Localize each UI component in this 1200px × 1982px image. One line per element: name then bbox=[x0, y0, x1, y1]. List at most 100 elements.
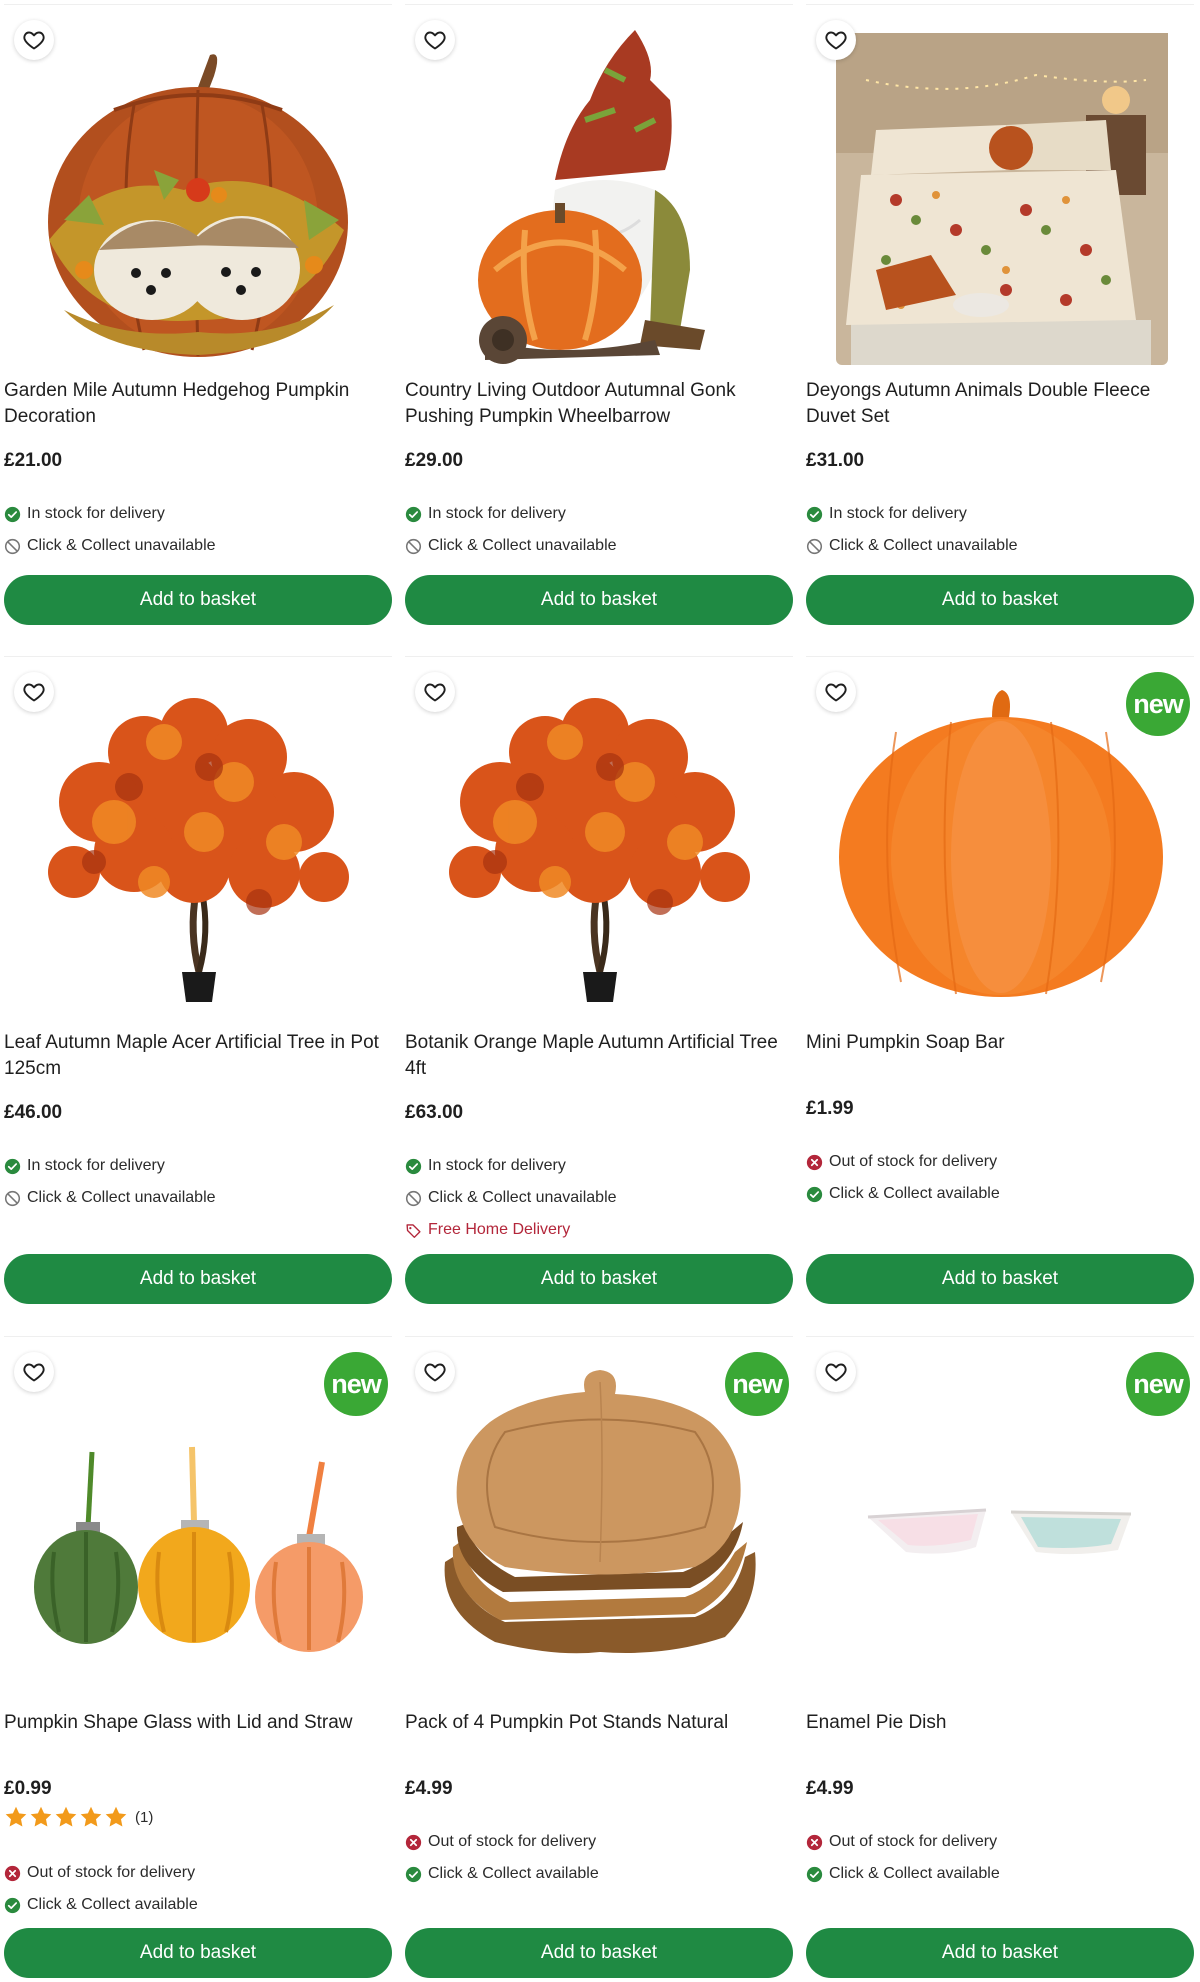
heart-outline-icon bbox=[423, 680, 447, 704]
add-to-basket-button[interactable]: Add to basket bbox=[806, 1254, 1194, 1304]
tag-icon bbox=[405, 1222, 422, 1239]
prohibited-icon bbox=[4, 538, 21, 555]
heart-outline-icon bbox=[22, 680, 46, 704]
collect-status: Click & Collect unavailable bbox=[405, 537, 617, 555]
product-title[interactable]: Mini Pumpkin Soap Bar bbox=[806, 1030, 1186, 1056]
add-to-basket-button[interactable]: Add to basket bbox=[405, 1928, 793, 1978]
product-card: Garden Mile Autumn Hedgehog Pumpkin Deco… bbox=[4, 0, 392, 652]
heart-outline-icon bbox=[22, 28, 46, 52]
delivery-status-text: Out of stock for delivery bbox=[829, 1153, 998, 1170]
prohibited-icon bbox=[405, 538, 422, 555]
product-title[interactable]: Botanik Orange Maple Autumn Artificial T… bbox=[405, 1030, 785, 1082]
product-price: £29.00 bbox=[405, 450, 464, 471]
collect-status-text: Click & Collect available bbox=[829, 1185, 1000, 1202]
delivery-status-text: In stock for delivery bbox=[428, 505, 566, 522]
add-to-basket-button[interactable]: Add to basket bbox=[806, 575, 1194, 625]
product-row: new Pumpkin Shape Glass with Lid and Str… bbox=[0, 1332, 1200, 1982]
product-price: £46.00 bbox=[4, 1102, 63, 1123]
product-price: £4.99 bbox=[405, 1778, 453, 1799]
collect-status: Click & Collect available bbox=[405, 1865, 599, 1883]
product-card: Country Living Outdoor Autumnal Gonk Pus… bbox=[405, 0, 793, 652]
wishlist-button[interactable] bbox=[816, 20, 856, 60]
star-rating[interactable]: (1) bbox=[4, 1805, 153, 1829]
product-title[interactable]: Pumpkin Shape Glass with Lid and Straw bbox=[4, 1710, 384, 1736]
add-to-basket-button[interactable]: Add to basket bbox=[405, 575, 793, 625]
wishlist-button[interactable] bbox=[816, 672, 856, 712]
product-title[interactable]: Country Living Outdoor Autumnal Gonk Pus… bbox=[405, 378, 785, 430]
product-card: new Pack of 4 Pumpkin Pot Stands Natural… bbox=[405, 1332, 793, 1982]
wishlist-button[interactable] bbox=[14, 20, 54, 60]
new-badge: new bbox=[324, 1352, 388, 1416]
star-icon bbox=[4, 1805, 28, 1829]
promo-text: Free Home Delivery bbox=[428, 1221, 571, 1238]
product-image[interactable] bbox=[405, 20, 793, 365]
star-icon bbox=[29, 1805, 53, 1829]
delivery-status-text: Out of stock for delivery bbox=[829, 1833, 998, 1850]
add-to-basket-button[interactable]: Add to basket bbox=[4, 1254, 392, 1304]
check-circle-icon bbox=[405, 1866, 422, 1883]
x-circle-icon bbox=[806, 1154, 823, 1171]
collect-status: Click & Collect available bbox=[4, 1896, 198, 1914]
delivery-status-text: Out of stock for delivery bbox=[27, 1864, 196, 1881]
check-circle-icon bbox=[806, 506, 823, 523]
product-price: £1.99 bbox=[806, 1098, 854, 1119]
prohibited-icon bbox=[405, 1190, 422, 1207]
delivery-status: In stock for delivery bbox=[4, 1157, 165, 1175]
collect-status-text: Click & Collect unavailable bbox=[428, 537, 617, 554]
wishlist-button[interactable] bbox=[14, 672, 54, 712]
collect-status: Click & Collect unavailable bbox=[4, 537, 216, 555]
product-title[interactable]: Deyongs Autumn Animals Double Fleece Duv… bbox=[806, 378, 1186, 430]
product-row: Leaf Autumn Maple Acer Artificial Tree i… bbox=[0, 652, 1200, 1332]
wishlist-button[interactable] bbox=[816, 1352, 856, 1392]
product-card: Deyongs Autumn Animals Double Fleece Duv… bbox=[806, 0, 1194, 652]
delivery-status-text: In stock for delivery bbox=[27, 505, 165, 522]
product-image[interactable] bbox=[405, 672, 793, 1017]
collect-status: Click & Collect available bbox=[806, 1865, 1000, 1883]
check-circle-icon bbox=[806, 1186, 823, 1203]
product-card: new Pumpkin Shape Glass with Lid and Str… bbox=[4, 1332, 392, 1982]
product-image[interactable] bbox=[4, 20, 392, 365]
collect-status: Click & Collect unavailable bbox=[4, 1189, 216, 1207]
x-circle-icon bbox=[806, 1834, 823, 1851]
collect-status-text: Click & Collect unavailable bbox=[27, 1189, 216, 1206]
product-price: £63.00 bbox=[405, 1102, 464, 1123]
promo-label[interactable]: Free Home Delivery bbox=[405, 1221, 570, 1239]
product-price: £4.99 bbox=[806, 1778, 854, 1799]
delivery-status: Out of stock for delivery bbox=[405, 1833, 596, 1851]
collect-status: Click & Collect available bbox=[806, 1185, 1000, 1203]
wishlist-button[interactable] bbox=[415, 672, 455, 712]
heart-outline-icon bbox=[824, 28, 848, 52]
new-badge: new bbox=[1126, 1352, 1190, 1416]
collect-status-text: Click & Collect available bbox=[428, 1865, 599, 1882]
check-circle-icon bbox=[4, 506, 21, 523]
review-count[interactable]: (1) bbox=[135, 1809, 153, 1826]
product-title[interactable]: Leaf Autumn Maple Acer Artificial Tree i… bbox=[4, 1030, 384, 1082]
delivery-status: In stock for delivery bbox=[405, 1157, 566, 1175]
collect-status-text: Click & Collect unavailable bbox=[428, 1189, 617, 1206]
delivery-status-text: In stock for delivery bbox=[829, 505, 967, 522]
product-title[interactable]: Garden Mile Autumn Hedgehog Pumpkin Deco… bbox=[4, 378, 384, 430]
collect-status-text: Click & Collect available bbox=[829, 1865, 1000, 1882]
add-to-basket-button[interactable]: Add to basket bbox=[405, 1254, 793, 1304]
product-image[interactable] bbox=[4, 672, 392, 1017]
add-to-basket-button[interactable]: Add to basket bbox=[806, 1928, 1194, 1978]
add-to-basket-button[interactable]: Add to basket bbox=[4, 1928, 392, 1978]
delivery-status: Out of stock for delivery bbox=[806, 1833, 997, 1851]
collect-status: Click & Collect unavailable bbox=[806, 537, 1018, 555]
prohibited-icon bbox=[4, 1190, 21, 1207]
star-icon bbox=[79, 1805, 103, 1829]
product-image[interactable] bbox=[806, 20, 1194, 365]
add-to-basket-button[interactable]: Add to basket bbox=[4, 575, 392, 625]
wishlist-button[interactable] bbox=[14, 1352, 54, 1392]
product-title[interactable]: Enamel Pie Dish bbox=[806, 1710, 1186, 1736]
wishlist-button[interactable] bbox=[415, 20, 455, 60]
wishlist-button[interactable] bbox=[415, 1352, 455, 1392]
delivery-status-text: In stock for delivery bbox=[428, 1157, 566, 1174]
check-circle-icon bbox=[4, 1897, 21, 1914]
collect-status-text: Click & Collect unavailable bbox=[27, 537, 216, 554]
product-price: £31.00 bbox=[806, 450, 865, 471]
delivery-status: Out of stock for delivery bbox=[4, 1864, 195, 1882]
product-title[interactable]: Pack of 4 Pumpkin Pot Stands Natural bbox=[405, 1710, 785, 1736]
product-price: £0.99 bbox=[4, 1778, 52, 1799]
heart-outline-icon bbox=[824, 1360, 848, 1384]
